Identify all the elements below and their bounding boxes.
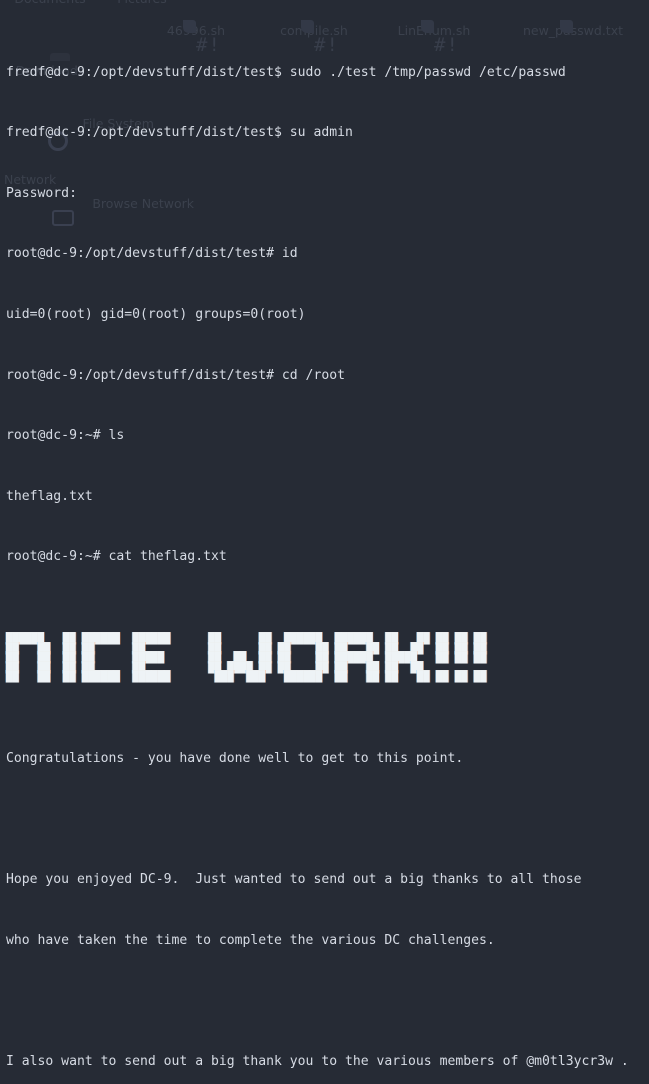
terminal-line: fredf@dc-9:/opt/devstuff/dist/test$ su a… [6,125,353,141]
terminal-line: fredf@dc-9:/opt/devstuff/dist/test$ sudo… [6,64,566,80]
terminal-line: uid=0(root) gid=0(root) groups=0(root) [6,307,306,323]
flag-body-line: who have taken the time to complete the … [6,932,495,948]
flag-body-line: Hope you enjoyed DC-9. Just wanted to se… [6,872,582,888]
terminal-line: theflag.txt [6,488,93,504]
terminal-line: root@dc-9:/opt/devstuff/dist/test# id [6,246,298,262]
terminal-window[interactable]: fredf@dc-9:/opt/devstuff/dist/test$ sudo… [0,0,649,1069]
nice-work-ascii-banner: ██████ ██ ██████ ██████ ██ ██ ██████ ███… [6,633,487,683]
terminal-line: root@dc-9:/opt/devstuff/dist/test# cd /r… [6,367,345,383]
flag-body-line: Congratulations - you have done well to … [6,750,464,766]
terminal-line: Password: [6,185,77,201]
terminal-line: root@dc-9:~# ls [6,428,125,444]
terminal-line: root@dc-9:~# cat theflag.txt [6,549,227,565]
flag-body-blank [6,810,643,830]
flag-body-blank [6,991,643,1011]
flag-body-line: I also want to send out a big thank you … [6,1053,629,1069]
